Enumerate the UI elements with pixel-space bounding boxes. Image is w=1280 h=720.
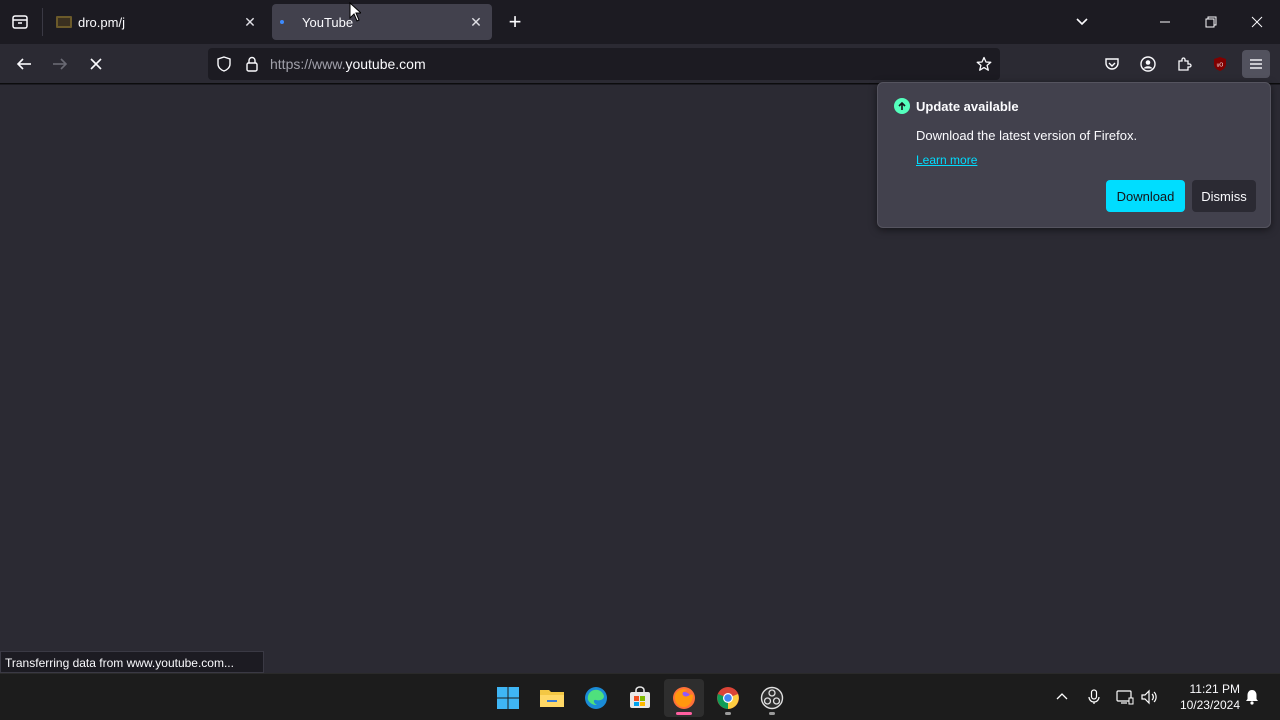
panel-header: Update available — [894, 98, 1019, 114]
new-tab-button[interactable]: + — [503, 9, 527, 34]
account-icon[interactable] — [1134, 50, 1162, 78]
tab-title: YouTube — [302, 14, 354, 30]
svg-text:uO: uO — [1217, 63, 1224, 69]
url-bar[interactable]: https://www.youtube.com — [208, 48, 1000, 80]
download-button[interactable]: Download — [1106, 180, 1185, 212]
network-icon[interactable] — [1114, 686, 1136, 708]
start-windows-icon[interactable] — [488, 679, 528, 717]
url-prefix: https://www. — [270, 56, 346, 72]
tab-youtube[interactable]: YouTube ✕ — [272, 4, 492, 40]
tab-dro[interactable]: dro.pm/j ✕ — [48, 4, 266, 40]
bookmark-star-icon[interactable] — [970, 50, 998, 78]
stop-icon[interactable] — [82, 50, 110, 78]
chrome-browser-icon[interactable] — [708, 679, 748, 717]
pocket-icon[interactable] — [1098, 50, 1126, 78]
extensions-icon[interactable] — [1170, 50, 1198, 78]
volume-icon[interactable] — [1139, 686, 1161, 708]
firefox-taskbar-icon[interactable] — [664, 679, 704, 717]
lock-icon[interactable] — [238, 50, 266, 78]
tab-title: dro.pm/j — [78, 14, 125, 30]
file-explorer-icon[interactable] — [532, 679, 572, 717]
status-text: Transferring data from www.youtube.com..… — [0, 651, 264, 673]
firefox-view-icon[interactable] — [8, 10, 32, 34]
panel-title: Update available — [916, 98, 1019, 114]
tab-bar: dro.pm/j ✕ YouTube ✕ + — [0, 0, 1280, 44]
clock-time: 11:21 PM — [1189, 682, 1240, 696]
dismiss-button[interactable]: Dismiss — [1192, 180, 1256, 212]
navigation-toolbar: https://www.youtube.com uO — [0, 44, 1280, 84]
back-arrow-icon[interactable] — [10, 50, 38, 78]
site-favicon-icon — [56, 14, 72, 30]
close-tab-icon[interactable]: ✕ — [466, 12, 486, 32]
url-domain: youtube.com — [345, 56, 426, 72]
update-available-panel: Update available Download the latest ver… — [877, 82, 1271, 228]
list-all-tabs-chevron-icon[interactable] — [1068, 8, 1096, 36]
loading-dot-icon — [280, 14, 296, 30]
panel-message: Download the latest version of Firefox. — [916, 128, 1138, 143]
update-arrow-icon — [894, 98, 910, 114]
notification-bell-icon[interactable] — [1241, 686, 1263, 708]
taskbar: 11:21 PM 10/23/2024 — [0, 673, 1280, 720]
edge-browser-icon[interactable] — [576, 679, 616, 717]
hamburger-menu-icon[interactable] — [1242, 50, 1270, 78]
ublock-origin-icon[interactable]: uO — [1206, 50, 1234, 78]
restore-icon[interactable] — [1197, 8, 1225, 36]
close-window-icon[interactable] — [1243, 8, 1271, 36]
tab-separator — [42, 8, 43, 36]
clock-date: 10/23/2024 — [1179, 698, 1240, 712]
close-tab-icon[interactable]: ✕ — [240, 12, 260, 32]
url-text[interactable]: https://www.youtube.com — [270, 56, 970, 72]
learn-more-link[interactable]: Learn more — [916, 153, 977, 167]
mouse-pointer-icon — [349, 1, 363, 27]
tracking-protection-icon[interactable] — [210, 50, 238, 78]
forward-arrow-icon[interactable] — [46, 50, 74, 78]
running-indicator — [725, 712, 731, 715]
show-hidden-icons-chevron-icon[interactable] — [1051, 686, 1073, 708]
obs-studio-icon[interactable] — [752, 679, 792, 717]
microphone-icon[interactable] — [1083, 686, 1105, 708]
microsoft-store-icon[interactable] — [620, 679, 660, 717]
running-indicator — [769, 712, 775, 715]
minimize-icon[interactable] — [1151, 8, 1179, 36]
system-clock[interactable]: 11:21 PM 10/23/2024 — [1170, 681, 1240, 713]
active-indicator — [676, 712, 692, 715]
